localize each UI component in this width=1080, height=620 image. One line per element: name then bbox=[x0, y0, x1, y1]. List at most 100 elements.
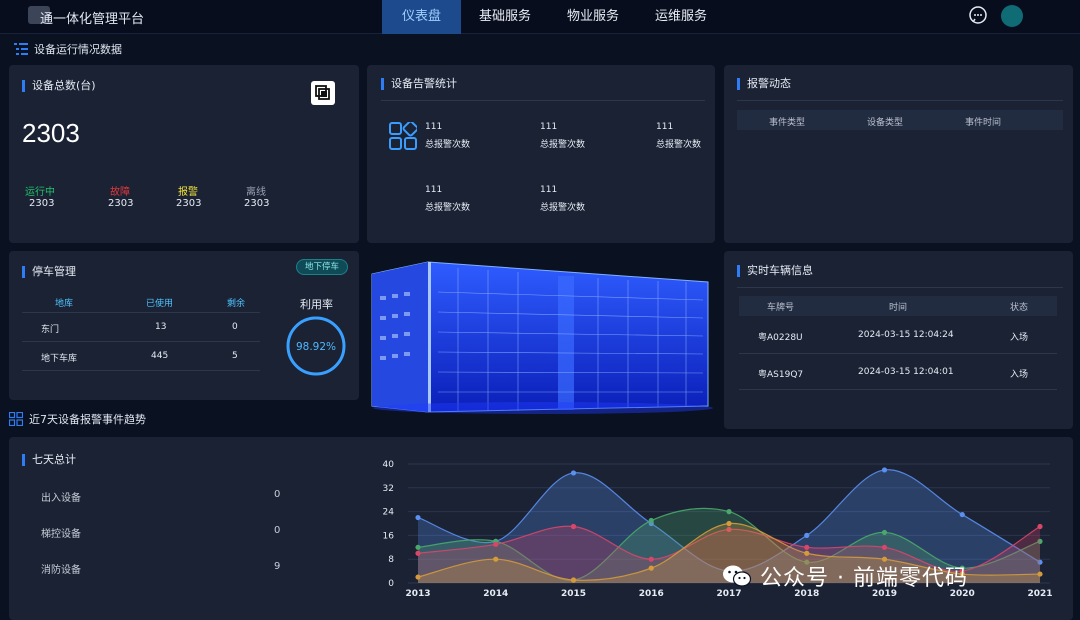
col-event-type: 事件类型 bbox=[769, 118, 806, 128]
col-time: 时间 bbox=[889, 303, 908, 313]
y-tick-label: 0 bbox=[388, 579, 394, 589]
weekly-item-value: 0 bbox=[274, 489, 281, 500]
divider bbox=[737, 287, 1063, 288]
stat-running-label: 运行中 bbox=[25, 187, 55, 198]
divider bbox=[22, 312, 260, 313]
data-point bbox=[415, 544, 421, 550]
data-point bbox=[570, 523, 577, 530]
nav-dashboard[interactable]: 仪表盘 bbox=[382, 0, 461, 34]
x-tick-label: 2021 bbox=[1027, 589, 1052, 599]
vehicle-cell: 2024-03-15 12:04:01 bbox=[858, 367, 954, 377]
alarm-stats-title: 设备告警统计 bbox=[381, 78, 457, 90]
y-tick-label: 8 bbox=[388, 555, 394, 565]
weekly-item-label: 梯控设备 bbox=[41, 529, 81, 540]
section-title-text: 近7天设备报警事件趋势 bbox=[29, 413, 146, 426]
list-icon bbox=[14, 43, 28, 55]
y-tick-label: 24 bbox=[383, 508, 395, 518]
weekly-item-label: 出入设备 bbox=[41, 493, 81, 504]
x-tick-label: 2016 bbox=[639, 589, 664, 599]
section-device-status: 设备运行情况数据 bbox=[14, 41, 122, 57]
divider bbox=[22, 370, 260, 371]
vehicle-cell: 2024-03-15 12:04:24 bbox=[858, 330, 954, 340]
section-title-text: 设备运行情况数据 bbox=[34, 43, 122, 56]
data-point bbox=[804, 544, 810, 550]
weekly-item-label: 消防设备 bbox=[41, 565, 81, 576]
alarm-stat-item: 111 总报警次数 bbox=[540, 122, 586, 150]
data-point bbox=[648, 565, 654, 571]
data-point bbox=[1037, 571, 1043, 577]
utilization-label: 利用率 bbox=[300, 298, 333, 311]
top-bar: 通一体化管理平台 仪表盘 基础服务 物业服务 运维服务 bbox=[0, 0, 1080, 34]
chat-icon[interactable] bbox=[968, 5, 988, 25]
col-status: 状态 bbox=[1010, 303, 1029, 313]
parking-cell: 0 bbox=[232, 322, 238, 332]
stat-alarm-value: 2303 bbox=[176, 198, 202, 209]
vehicle-cell: 粤A0228U bbox=[758, 333, 803, 343]
alarm-feed-title: 报警动态 bbox=[737, 78, 791, 90]
divider bbox=[737, 100, 1063, 101]
vehicle-cell: 入场 bbox=[1010, 370, 1029, 380]
divider bbox=[381, 100, 705, 101]
main-nav: 仪表盘 基础服务 物业服务 运维服务 bbox=[382, 0, 725, 34]
divider bbox=[739, 389, 1057, 390]
data-point bbox=[1037, 523, 1043, 530]
wechat-icon bbox=[723, 565, 752, 587]
device-box-icon[interactable] bbox=[310, 80, 336, 106]
x-tick-label: 2015 bbox=[561, 589, 586, 599]
data-point bbox=[493, 541, 499, 547]
col-event-time: 事件时间 bbox=[965, 118, 1002, 128]
data-point bbox=[415, 550, 421, 556]
vehicle-cell: 入场 bbox=[1010, 333, 1029, 343]
data-point bbox=[959, 511, 965, 518]
device-total-value: 2303 bbox=[22, 118, 80, 148]
weekly-item-value: 0 bbox=[274, 525, 281, 536]
parking-cell: 5 bbox=[232, 351, 238, 361]
parking-cell: 地下车库 bbox=[41, 354, 78, 364]
parking-cell: 东门 bbox=[41, 325, 60, 335]
data-point bbox=[881, 467, 888, 473]
utilization-ring: 98.92% bbox=[286, 316, 346, 376]
weekly-item-value: 9 bbox=[274, 561, 281, 572]
parking-col-lot: 地库 bbox=[55, 299, 74, 309]
x-tick-label: 2014 bbox=[483, 589, 508, 599]
alarm-stat-item: 111 总报警次数 bbox=[540, 185, 586, 213]
stat-offline-label: 离线 bbox=[246, 187, 266, 198]
nav-property-services[interactable]: 物业服务 bbox=[549, 0, 637, 34]
stat-fault-value: 2303 bbox=[108, 198, 134, 209]
parking-col-remaining: 剩余 bbox=[227, 299, 246, 309]
data-point bbox=[726, 509, 732, 515]
stat-fault-label: 故障 bbox=[110, 187, 130, 198]
col-plate: 车牌号 bbox=[767, 303, 795, 313]
data-point bbox=[726, 520, 732, 527]
y-tick-label: 16 bbox=[383, 531, 395, 541]
alarm-stat-item: 111 总报警次数 bbox=[425, 185, 471, 213]
parking-cell: 13 bbox=[155, 322, 167, 332]
parking-badge[interactable]: 地下停车 bbox=[296, 259, 348, 275]
parking-cell: 445 bbox=[151, 351, 169, 361]
device-total-title: 设备总数(台) bbox=[22, 80, 96, 92]
divider bbox=[739, 353, 1057, 354]
data-point bbox=[415, 514, 421, 521]
data-point bbox=[804, 550, 810, 556]
y-tick-label: 40 bbox=[383, 460, 395, 470]
parking-col-used: 已使用 bbox=[146, 299, 174, 309]
avatar[interactable] bbox=[1001, 5, 1023, 27]
data-point bbox=[804, 532, 810, 538]
x-tick-label: 2013 bbox=[405, 589, 430, 599]
data-point bbox=[648, 556, 654, 562]
section-alarm-trend: 近7天设备报警事件趋势 bbox=[9, 411, 146, 427]
alarm-feed-card bbox=[724, 65, 1073, 243]
parking-title: 停车管理 bbox=[22, 266, 76, 278]
nav-ops-services[interactable]: 运维服务 bbox=[637, 0, 725, 34]
data-point bbox=[570, 470, 577, 476]
data-point bbox=[881, 544, 888, 550]
nav-basic-services[interactable]: 基础服务 bbox=[461, 0, 549, 34]
stat-running-value: 2303 bbox=[29, 198, 55, 209]
grid-apps-icon bbox=[389, 122, 417, 150]
stat-alarm-label: 报警 bbox=[178, 187, 198, 198]
divider bbox=[22, 341, 260, 342]
data-point bbox=[493, 556, 499, 562]
stat-offline-value: 2303 bbox=[244, 198, 270, 209]
app-title: 通一体化管理平台 bbox=[40, 12, 145, 27]
alarm-stat-item: 111 总报警次数 bbox=[425, 122, 471, 150]
